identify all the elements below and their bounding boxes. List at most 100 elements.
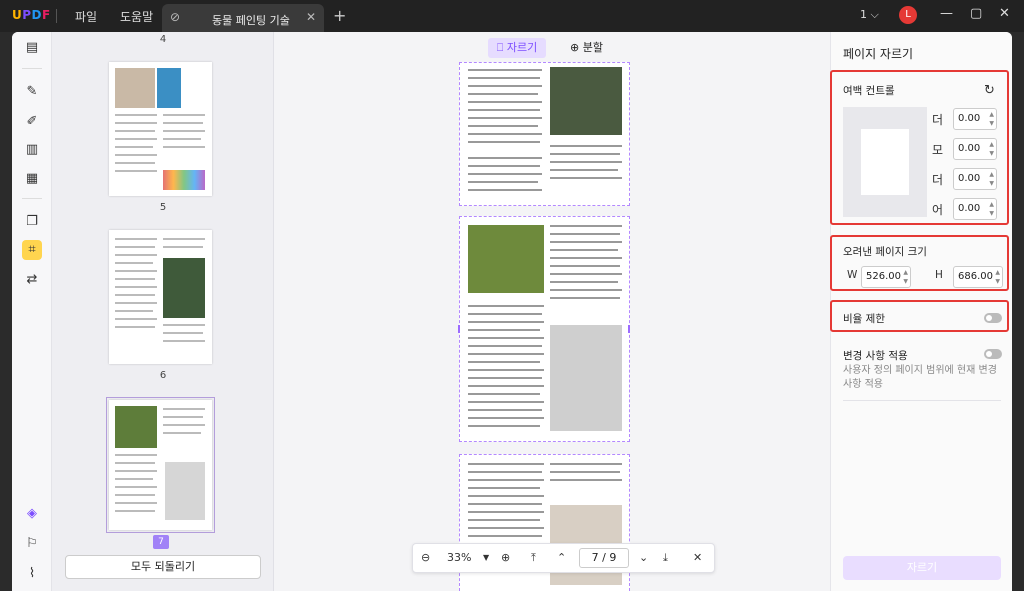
crop-mode-tab[interactable]: ⎕ 자르기 [488,38,546,58]
thumbnail-image [163,170,205,190]
convert-icon[interactable]: ⇄ [22,270,42,290]
minimize-button[interactable]: — [940,6,953,21]
spinner-icon[interactable]: ▲ ▼ [989,140,994,158]
organize-icon[interactable]: ▦ [22,169,42,189]
text-line [115,326,155,328]
apply-changes-toggle[interactable] [984,349,1002,359]
height-input[interactable]: 686.00 ▲ ▼ [953,266,1003,288]
zoom-dropdown-icon[interactable]: ▼ [483,553,489,562]
page-thumbnail-selected[interactable] [106,397,215,533]
document-image [468,225,544,293]
text-line [115,278,155,280]
revert-all-button[interactable]: 모두 되돌리기 [65,555,261,579]
edit-icon[interactable]: ✐ [22,112,42,132]
attachment-icon[interactable]: ⌇ [22,564,42,584]
document-image [550,325,622,431]
text-line [468,503,542,505]
text-line [115,114,157,116]
maximize-button[interactable]: ▢ [970,6,982,21]
thumbnail-image [165,462,205,520]
document-tab[interactable]: ⊘ 동물 페인팅 기술 ✕ [162,4,324,32]
ratio-lock-toggle[interactable] [984,313,1002,323]
text-line [115,130,155,132]
previous-page-icon[interactable]: ⌃ [557,551,566,564]
crop-icon[interactable]: ⌗ [22,240,42,260]
spinner-icon[interactable]: ▲ ▼ [989,170,994,188]
last-page-icon[interactable]: ⤓ [663,551,668,565]
crop-handle[interactable] [458,325,460,333]
chevron-down-icon: ⌵ [870,8,879,21]
text-line [115,478,153,480]
width-input[interactable]: 526.00 ▲ ▼ [861,266,911,288]
menu-help[interactable]: 도움말 [120,8,153,25]
crop-button[interactable]: 자르기 [843,556,1001,580]
crop-handle[interactable] [628,325,630,333]
page-number-badge: 7 [153,535,169,549]
crop-mode-label: 자르기 [506,41,538,54]
document-page-current[interactable] [458,216,630,442]
text-line [163,238,205,240]
text-line [550,289,622,291]
spinner-icon[interactable]: ▲ ▼ [995,268,1000,286]
margin-top-input[interactable]: 0.00 ▲ ▼ [953,108,997,130]
margin-side-label: 모 [932,143,944,157]
reset-icon[interactable]: ↻ [984,83,995,98]
menu-divider [56,9,57,23]
text-line [550,463,622,465]
text-line [115,486,157,488]
margin-left-input[interactable]: 0.00 ▲ ▼ [953,168,997,190]
reader-icon[interactable]: ▤ [22,38,42,58]
layers-icon[interactable]: ◈ [22,504,42,524]
page-separator: / [602,551,606,564]
add-tab-button[interactable]: + [333,6,346,25]
margin-right-input[interactable]: 0.00 ▲ ▼ [953,198,997,220]
close-window-button[interactable]: ✕ [999,6,1010,21]
text-line [163,114,205,116]
page-thumbnail[interactable] [109,230,212,364]
text-line [550,233,620,235]
crop-icon: ⎕ [496,41,507,54]
page-thumbnail[interactable] [109,62,212,196]
text-line [468,401,544,403]
close-icon[interactable]: ✕ [306,10,316,24]
text-line [115,462,155,464]
height-label: H [935,269,943,281]
document-page[interactable] [459,62,630,206]
close-nav-icon[interactable]: ✕ [693,551,702,564]
text-line [550,153,620,155]
next-page-icon[interactable]: ⌄ [639,551,648,564]
text-line [163,138,201,140]
margin-side-label: 더 [932,173,944,187]
page-tools-icon[interactable]: ❐ [22,212,42,232]
title-bar: UPDF 파일 도움말 ⊘ 동물 페인팅 기술 ✕ + 1 ⌵ L — ▢ ✕ [0,0,1024,32]
text-line [468,519,540,521]
text-line [550,281,618,283]
page-number-input[interactable]: 7 / 9 [579,548,629,568]
form-icon[interactable]: ▥ [22,140,42,160]
first-page-icon[interactable]: ⤒ [531,551,536,565]
thumbnail-panel: 4 5 6 7 모두 되돌리기 [52,32,274,591]
zoom-out-icon[interactable]: ⊖ [421,551,430,564]
zoom-level[interactable]: 33% [447,551,471,564]
height-value: 686.00 [958,271,993,282]
spinner-icon[interactable]: ▲ ▼ [989,200,994,218]
text-line [468,157,542,159]
text-line [468,109,540,111]
margin-bottom-input[interactable]: 0.00 ▲ ▼ [953,138,997,160]
zoom-in-icon[interactable]: ⊕ [501,551,510,564]
spinner-icon[interactable]: ▲ ▼ [989,110,994,128]
bookmark-icon[interactable]: ⚐ [22,534,42,554]
apply-changes-description: 사용자 정의 페이지 범위에 현재 변경 사항 적용 [843,365,997,390]
comment-icon[interactable]: ✎ [22,82,42,102]
text-line [468,133,542,135]
thumbnail-image [163,258,205,318]
split-mode-tab[interactable]: ⊕ 분할 [570,38,603,58]
text-line [468,305,544,307]
section-divider [843,400,1001,401]
menu-file[interactable]: 파일 [75,8,97,25]
rail-divider [22,68,42,69]
avatar[interactable]: L [899,6,917,24]
total-pages-value: 9 [609,551,617,564]
page-indicator[interactable]: 1 ⌵ [860,8,879,22]
spinner-icon[interactable]: ▲ ▼ [903,268,908,286]
